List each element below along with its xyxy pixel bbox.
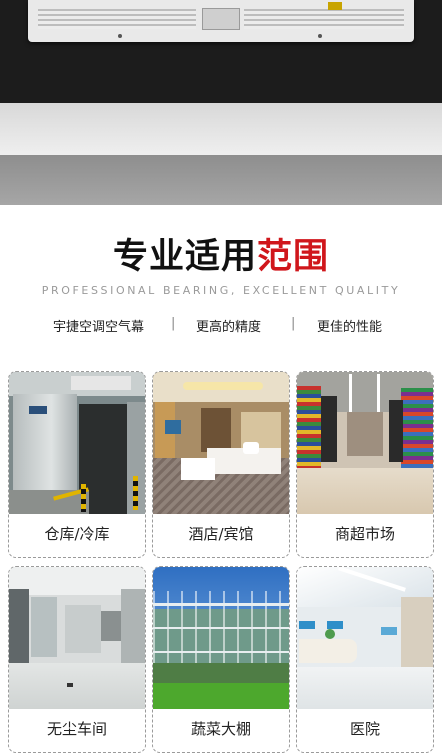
control-panel	[202, 8, 240, 30]
application-card-supermarket[interactable]: 商超市场	[296, 371, 434, 558]
supermarket-photo	[297, 372, 433, 514]
greenhouse-photo	[153, 567, 289, 709]
air-vent-grille-left	[38, 9, 196, 29]
hero-grey-band	[0, 155, 442, 205]
hospital-photo	[297, 567, 433, 709]
card-label: 蔬菜大棚	[190, 720, 251, 738]
heading-black-text: 专业适用	[112, 237, 257, 277]
feature-separator: |	[171, 316, 176, 331]
air-vent-grille-right	[244, 9, 404, 29]
feature-item: 更佳的性能	[317, 320, 383, 335]
feature-separator: |	[291, 316, 296, 331]
clean-room-photo	[9, 567, 145, 709]
card-label: 酒店/宾馆	[188, 525, 254, 543]
feature-item: 宇捷空调空气幕	[53, 320, 145, 335]
screw-dot	[118, 34, 122, 38]
heading-red-text: 范围	[257, 237, 330, 277]
card-label: 无尘车间	[46, 720, 107, 738]
hero-banner-photo	[0, 0, 442, 205]
card-label: 医院	[349, 720, 380, 738]
air-curtain-unit-image	[28, 0, 414, 42]
application-card-hotel[interactable]: 酒店/宾馆	[152, 371, 290, 558]
feature-list: 宇捷空调空气幕 | 更高的精度 | 更佳的性能	[0, 316, 442, 336]
section-subtitle: PROFESSIONAL BEARING, EXCELLENT QUALITY	[41, 284, 401, 297]
screw-dot	[318, 34, 322, 38]
feature-item: 更高的精度	[196, 320, 262, 335]
application-card-cold-storage[interactable]: 仓库/冷库	[8, 371, 146, 558]
application-card-greenhouse[interactable]: 蔬菜大棚	[152, 566, 290, 753]
brand-badge	[328, 2, 342, 10]
application-card-hospital[interactable]: 医院	[296, 566, 434, 753]
hero-light-band	[0, 103, 442, 155]
application-card-clean-room[interactable]: 无尘车间	[8, 566, 146, 753]
section-heading: 专业适用范围	[0, 228, 442, 279]
card-label: 仓库/冷库	[44, 525, 110, 543]
card-label: 商超市场	[334, 525, 395, 543]
hotel-room-photo	[153, 372, 289, 514]
cold-storage-photo	[9, 372, 145, 514]
